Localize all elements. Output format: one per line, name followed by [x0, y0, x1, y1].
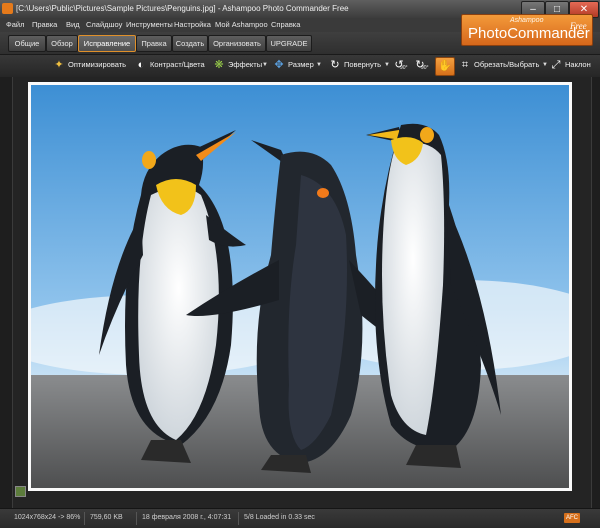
effects-icon: ❋ [214, 59, 224, 71]
effects-dropdown-icon[interactable]: ▼ [262, 62, 268, 68]
resize-icon: ✥ [274, 59, 284, 71]
navigator-thumbnail[interactable] [15, 486, 26, 497]
tab-create[interactable]: Создать [172, 35, 208, 52]
right-scroll-strip[interactable] [591, 77, 600, 508]
menu-help[interactable]: Справка [271, 20, 300, 29]
crop-icon: ⌗ [461, 59, 469, 71]
status-separator [136, 512, 137, 525]
photo-frame [28, 82, 572, 491]
tilt-icon: ⤢ [551, 59, 561, 71]
menu-tools[interactable]: Инструменты [126, 20, 173, 29]
menu-edit[interactable]: Правка [32, 20, 57, 29]
contrast-icon: ◐ [137, 59, 145, 71]
tab-organize[interactable]: Организовать [208, 35, 266, 52]
tab-general[interactable]: Общие [8, 35, 46, 52]
rotate-left-label: 90° [400, 65, 408, 71]
app-logo: Ashampoo PhotoCommander Free [461, 14, 593, 46]
menu-file[interactable]: Файл [6, 20, 24, 29]
status-separator [84, 512, 85, 525]
effects-button[interactable]: Эффекты [228, 60, 262, 69]
penguins-photo[interactable] [31, 85, 569, 488]
magic-wand-icon: ✦ [54, 59, 64, 71]
rotate-button[interactable]: Повернуть [344, 60, 381, 69]
status-separator [238, 512, 239, 525]
logo-edition: Free [570, 21, 587, 31]
status-load: 5/8 Loaded in 0.33 sec [244, 514, 315, 521]
rotate-icon: ↻ [330, 59, 340, 71]
status-filesize: 759,60 KB [90, 514, 123, 521]
status-bar: 1024x768x24 -> 86% 759,60 KB 18 февраля … [0, 508, 600, 528]
contrast-colors-button[interactable]: Контраст/Цвета [150, 60, 205, 69]
menu-slideshow[interactable]: Слайдшоу [86, 20, 122, 29]
resize-button[interactable]: Размер [288, 60, 314, 69]
image-workspace [0, 77, 600, 508]
toolbar: ✦ Оптимизировать ◐ Контраст/Цвета ❋ Эффе… [0, 54, 600, 78]
window-title: [C:\Users\Public\Pictures\Sample Picture… [16, 4, 349, 13]
rotate-right-label: 90° [421, 65, 429, 71]
tab-browse[interactable]: Обзор [46, 35, 78, 52]
app-icon [2, 3, 13, 14]
tab-repair[interactable]: Исправление [78, 35, 136, 52]
logo-brand: Ashampoo [510, 17, 544, 24]
tab-edit[interactable]: Правка [136, 35, 172, 52]
tilt-button[interactable]: Наклон [565, 60, 591, 69]
optimize-button[interactable]: Оптимизировать [68, 60, 126, 69]
menu-view[interactable]: Вид [66, 20, 80, 29]
menu-settings[interactable]: Настройка [174, 20, 211, 29]
rotate-dropdown-icon[interactable]: ▼ [384, 62, 390, 68]
status-date: 18 февраля 2008 г., 4:07:31 [142, 514, 232, 521]
resize-dropdown-icon[interactable]: ▼ [316, 62, 322, 68]
tab-upgrade[interactable]: UPGRADE [266, 35, 312, 52]
afc-badge[interactable]: AFC [564, 513, 580, 523]
hand-icon: ✋ [438, 60, 452, 72]
menu-my-ashampoo[interactable]: Мой Ashampoo [215, 20, 268, 29]
crop-dropdown-icon[interactable]: ▼ [542, 62, 548, 68]
status-dimensions: 1024x768x24 -> 86% [14, 514, 81, 521]
left-scroll-strip[interactable] [0, 77, 13, 508]
crop-select-button[interactable]: Обрезать/Выбрать [474, 60, 539, 69]
hand-tool-button[interactable]: ✋ [435, 57, 455, 76]
